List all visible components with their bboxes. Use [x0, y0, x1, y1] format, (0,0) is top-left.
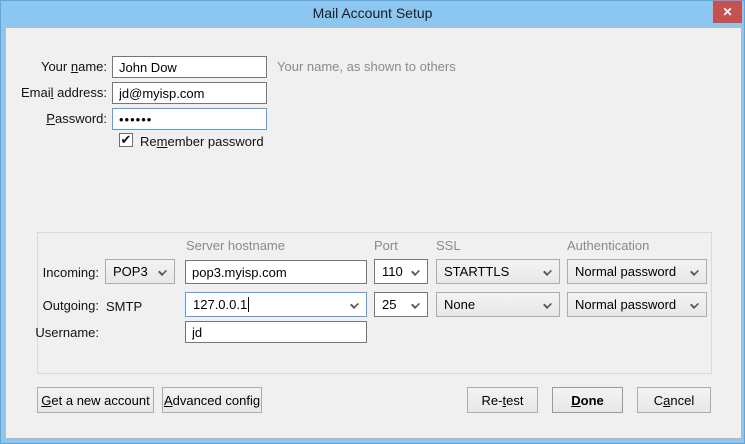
incoming-port-dropdown[interactable]: 110 — [374, 259, 428, 284]
close-button[interactable]: ✕ — [713, 1, 742, 23]
checkmark-icon: ✔ — [121, 133, 132, 146]
incoming-hostname-input[interactable] — [185, 260, 367, 284]
username-input[interactable] — [185, 321, 367, 343]
outgoing-auth-dropdown[interactable]: Normal password — [567, 292, 707, 317]
chevron-down-icon — [158, 267, 167, 276]
chevron-down-icon — [350, 300, 359, 309]
remember-password-label[interactable]: Remember password — [140, 134, 264, 149]
password-label: Password: — [12, 111, 107, 126]
port-column-header: Port — [374, 238, 398, 253]
incoming-auth-dropdown[interactable]: Normal password — [567, 259, 707, 284]
outgoing-protocol-label: SMTP — [106, 299, 142, 314]
titlebar[interactable]: Mail Account Setup ✕ — [1, 1, 744, 27]
chevron-down-icon — [690, 267, 699, 276]
your-name-label: Your name: — [12, 59, 107, 74]
name-hint-text: Your name, as shown to others — [277, 59, 456, 74]
incoming-ssl-dropdown[interactable]: STARTTLS — [436, 259, 560, 284]
outgoing-label: Outgoing: — [16, 298, 99, 313]
authentication-column-header: Authentication — [567, 238, 649, 253]
chevron-down-icon — [543, 300, 552, 309]
email-address-input[interactable] — [112, 82, 267, 104]
incoming-protocol-dropdown[interactable]: POP3 — [105, 259, 175, 284]
username-label: Username: — [16, 325, 99, 340]
dialog-content: Your name: Your name, as shown to others… — [5, 27, 742, 439]
remember-password-checkbox[interactable]: ✔ — [119, 133, 133, 147]
ssl-column-header: SSL — [436, 238, 461, 253]
email-address-label: Email address: — [12, 85, 107, 100]
server-hostname-column-header: Server hostname — [186, 238, 285, 253]
outgoing-port-dropdown[interactable]: 25 — [374, 292, 428, 317]
your-name-input[interactable] — [112, 56, 267, 78]
close-icon: ✕ — [722, 5, 732, 19]
outgoing-hostname-combobox[interactable]: 127.0.0.1 — [185, 292, 367, 317]
done-button[interactable]: Done — [552, 387, 623, 413]
get-new-account-button[interactable]: Get a new account — [37, 387, 154, 413]
chevron-down-icon — [411, 300, 420, 309]
chevron-down-icon — [543, 267, 552, 276]
incoming-label: Incoming: — [16, 265, 99, 280]
text-cursor — [248, 297, 249, 312]
retest-button[interactable]: Re-test — [467, 387, 538, 413]
advanced-config-button[interactable]: Advanced config — [162, 387, 262, 413]
chevron-down-icon — [690, 300, 699, 309]
cancel-button[interactable]: Cancel — [637, 387, 711, 413]
password-input[interactable] — [112, 108, 267, 130]
window-title: Mail Account Setup — [1, 5, 744, 21]
chevron-down-icon — [411, 267, 420, 276]
mail-account-setup-dialog: Mail Account Setup ✕ Your name: Your nam… — [0, 0, 745, 444]
outgoing-ssl-dropdown[interactable]: None — [436, 292, 560, 317]
